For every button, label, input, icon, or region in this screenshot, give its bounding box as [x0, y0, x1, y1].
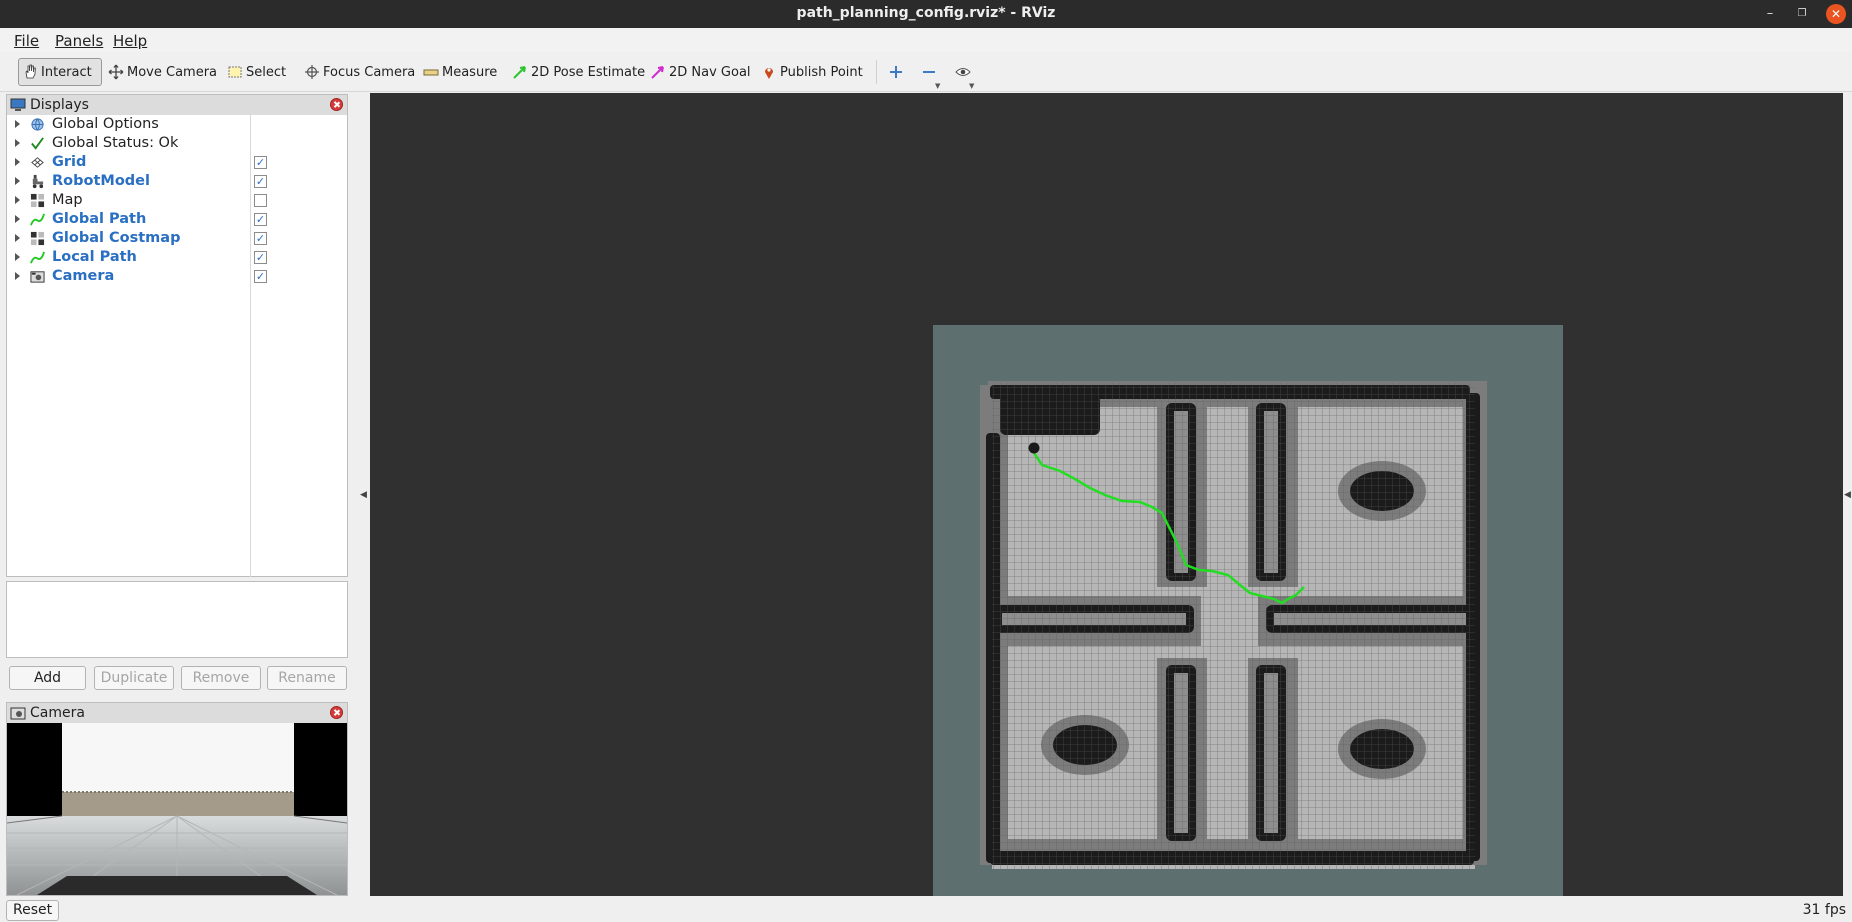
close-icon[interactable]	[330, 706, 343, 719]
tree-item-robotmodel[interactable]: RobotModel ✓	[7, 172, 347, 191]
expand-arrow-icon[interactable]	[15, 177, 20, 185]
tool-2d-nav-goal[interactable]: 2D Nav Goal	[647, 58, 754, 86]
expand-arrow-icon[interactable]	[15, 253, 20, 261]
map-pin-icon	[765, 68, 773, 79]
crosshair-icon	[305, 65, 319, 79]
main-toolbar: Interact Move Camera Select Focus Camera…	[0, 52, 1852, 92]
window-title: path_planning_config.rviz* - RViz	[796, 5, 1056, 21]
path-icon	[30, 251, 45, 264]
tree-item-global-costmap[interactable]: Global Costmap ✓	[7, 229, 347, 248]
expand-arrow-icon[interactable]	[15, 196, 20, 204]
close-icon[interactable]	[330, 98, 343, 111]
path-icon	[30, 213, 45, 226]
expand-arrow-icon[interactable]	[15, 215, 20, 223]
camera-image	[7, 723, 347, 895]
menu-help[interactable]: Help	[113, 32, 147, 50]
grid-icon	[31, 157, 44, 168]
minimize-icon[interactable]: –	[1760, 4, 1780, 24]
rename-display-button[interactable]: Rename	[267, 666, 347, 690]
robot-icon	[32, 174, 44, 189]
tree-item-global-options[interactable]: Global Options	[7, 115, 347, 134]
camera-checkbox[interactable]: ✓	[254, 270, 267, 283]
local-path-checkbox[interactable]: ✓	[254, 251, 267, 264]
tool-interact[interactable]: Interact	[18, 58, 102, 86]
green-arrow-icon	[513, 66, 526, 79]
statusbar: Reset 31 fps	[0, 898, 1852, 922]
camera-icon	[30, 271, 45, 283]
tool-2d-pose-estimate[interactable]: 2D Pose Estimate	[509, 58, 648, 86]
minus-icon	[923, 71, 935, 73]
collapse-left-arrow-icon[interactable]: ◀	[360, 490, 367, 500]
expand-arrow-icon[interactable]	[15, 158, 20, 166]
add-display-button[interactable]: Add	[9, 666, 86, 690]
tool-focus-camera[interactable]: Focus Camera	[301, 58, 418, 86]
toolbar-separator	[876, 60, 877, 84]
move-arrows-icon	[108, 64, 124, 80]
3d-viewport[interactable]	[370, 93, 1843, 896]
tool-select[interactable]: Select	[224, 58, 289, 86]
tree-item-global-path[interactable]: Global Path ✓	[7, 210, 347, 229]
window-titlebar: path_planning_config.rviz* - RViz – ❐ ✕	[0, 0, 1852, 28]
tree-item-grid[interactable]: Grid ✓	[7, 153, 347, 172]
ruler-icon	[423, 69, 439, 76]
tree-item-global-status[interactable]: Global Status: Ok	[7, 134, 347, 153]
monitor-icon	[10, 98, 26, 111]
eye-icon	[955, 68, 971, 76]
collapse-right-arrow-icon[interactable]: ◀	[1844, 490, 1851, 500]
tool-measure[interactable]: Measure	[420, 58, 500, 86]
menubar: File Panels Help	[0, 28, 1852, 52]
grid-overlay	[992, 383, 1475, 869]
chevron-down-icon[interactable]: ▼	[969, 82, 974, 90]
close-icon[interactable]: ✕	[1826, 4, 1846, 24]
pink-arrow-icon	[651, 66, 664, 79]
displays-panel-header: Displays	[7, 95, 347, 115]
displays-panel: Displays Global Options Global Status: O…	[6, 94, 348, 577]
duplicate-display-button[interactable]: Duplicate	[94, 666, 174, 690]
add-tool-button[interactable]	[886, 58, 909, 86]
camera-panel: Camera	[6, 702, 348, 896]
remove-display-button[interactable]: Remove	[181, 666, 261, 690]
tree-item-camera[interactable]: Camera ✓	[7, 267, 347, 286]
expand-arrow-icon[interactable]	[15, 120, 20, 128]
global-path-checkbox[interactable]: ✓	[254, 213, 267, 226]
globe-icon	[31, 118, 44, 131]
grid-checkbox[interactable]: ✓	[254, 156, 267, 169]
costmap-view	[933, 325, 1563, 896]
fps-indicator: 31 fps	[1802, 902, 1846, 918]
camera-panel-title: Camera	[30, 705, 85, 721]
camera-icon	[10, 707, 26, 720]
map-checkbox[interactable]	[254, 194, 267, 207]
map-icon	[30, 231, 45, 246]
chevron-down-icon[interactable]: ▼	[935, 82, 940, 90]
expand-arrow-icon[interactable]	[15, 139, 20, 147]
tree-item-map[interactable]: Map	[7, 191, 347, 210]
displays-panel-title: Displays	[30, 97, 89, 113]
property-description-box	[6, 581, 348, 658]
camera-panel-header: Camera	[7, 703, 347, 723]
expand-arrow-icon[interactable]	[15, 272, 20, 280]
tree-item-local-path[interactable]: Local Path ✓	[7, 248, 347, 267]
checkmark-icon	[31, 137, 44, 150]
menu-panels[interactable]: Panels	[55, 32, 103, 50]
robotmodel-checkbox[interactable]: ✓	[254, 175, 267, 188]
map-icon	[30, 193, 45, 208]
hand-icon	[25, 64, 36, 79]
tool-move-camera[interactable]: Move Camera	[105, 58, 220, 86]
plus-icon	[890, 66, 902, 78]
maximize-icon[interactable]: ❐	[1792, 4, 1812, 24]
global-costmap-checkbox[interactable]: ✓	[254, 232, 267, 245]
select-rect-icon	[228, 66, 242, 78]
menu-file[interactable]: File	[14, 32, 39, 50]
tool-publish-point[interactable]: Publish Point	[758, 58, 866, 86]
robot-marker	[1028, 442, 1040, 454]
expand-arrow-icon[interactable]	[15, 234, 20, 242]
reset-button[interactable]: Reset	[6, 900, 60, 921]
